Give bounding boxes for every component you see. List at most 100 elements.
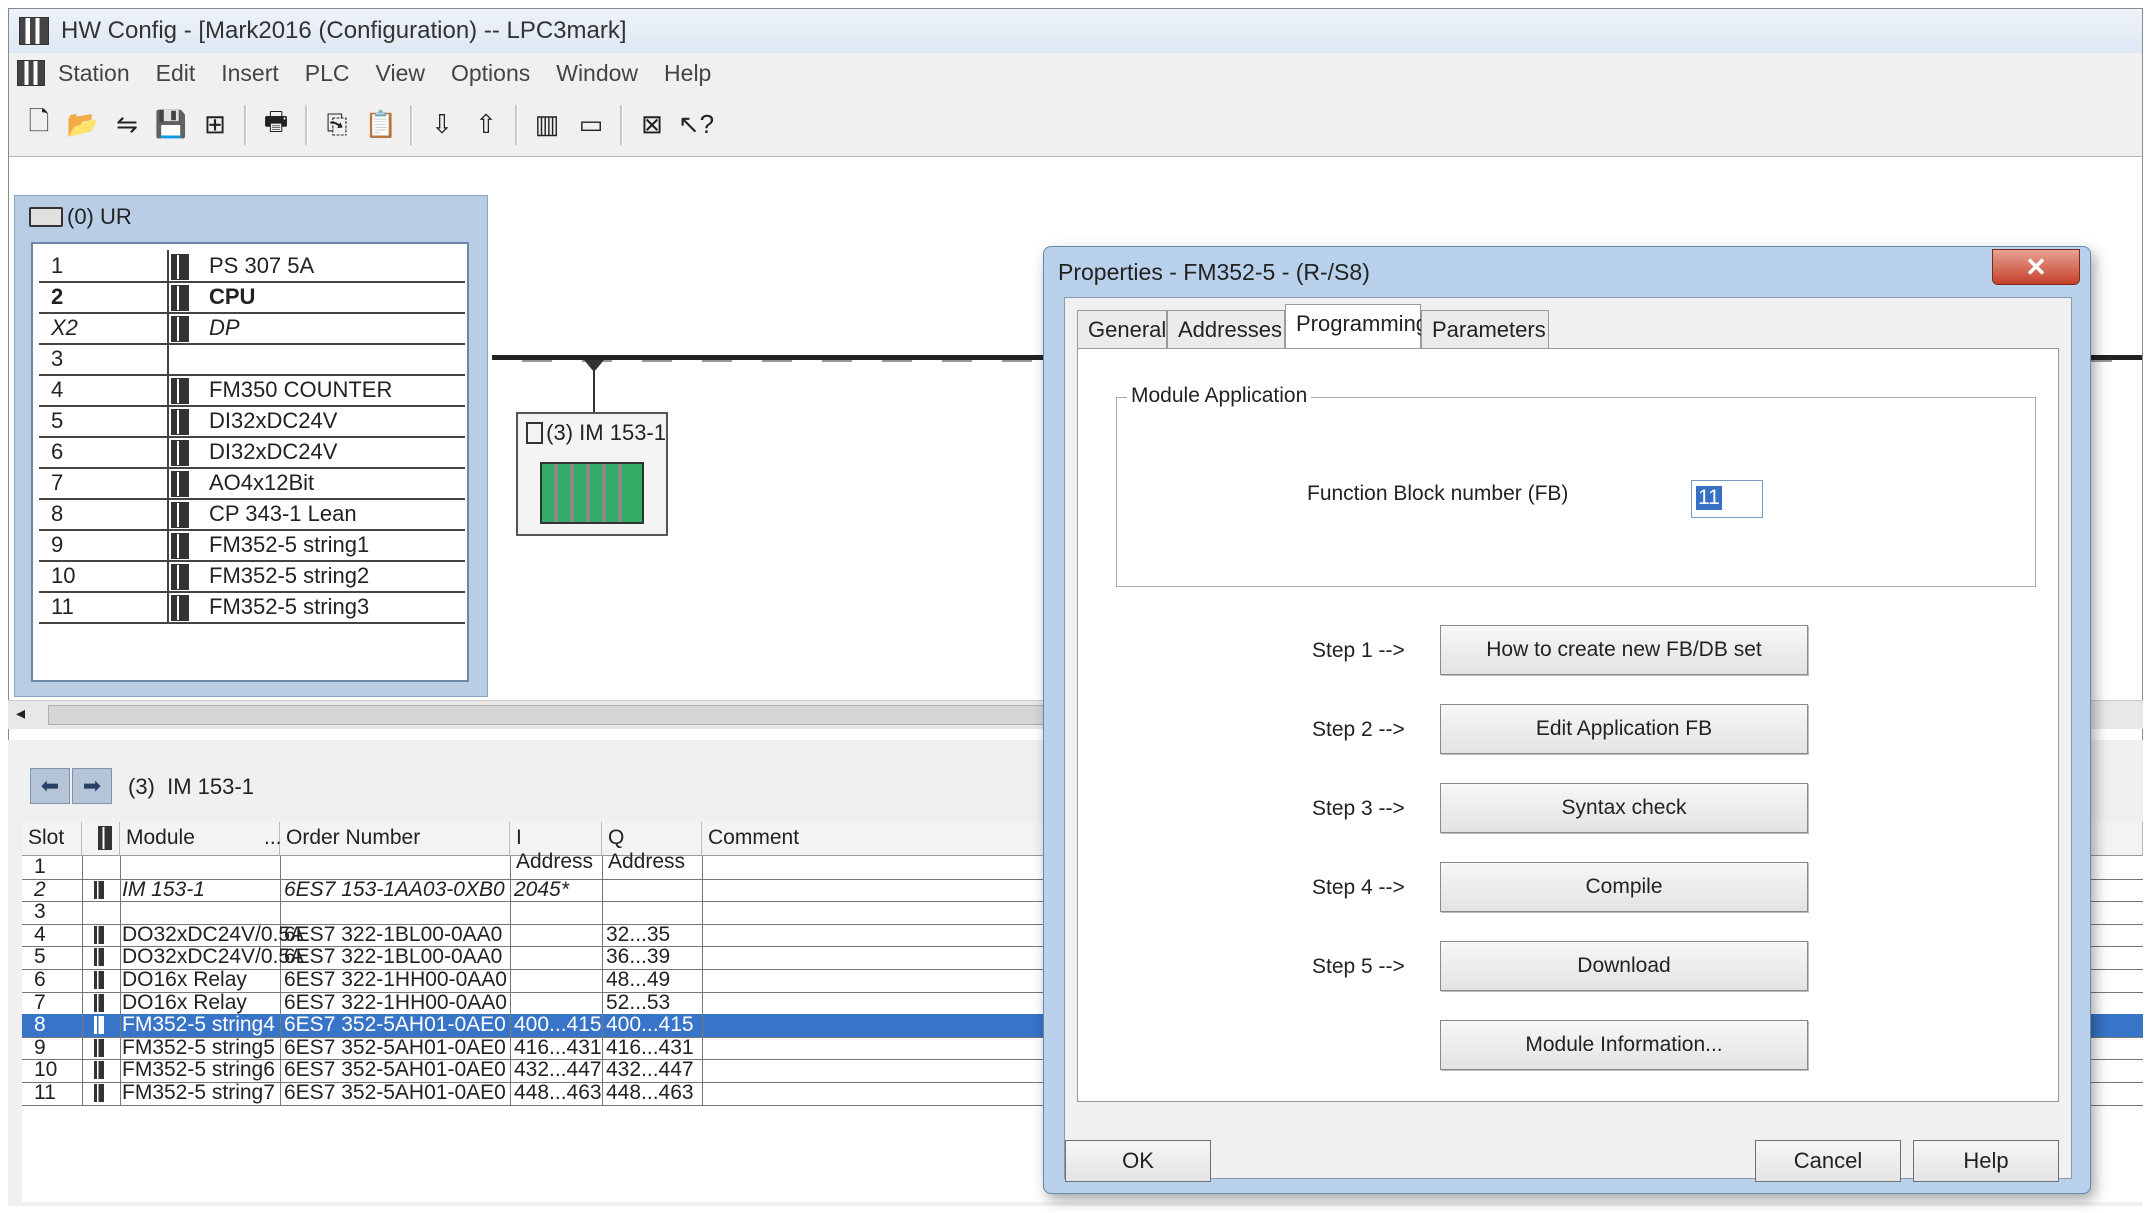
column-divider xyxy=(510,1036,511,1060)
tab-programming[interactable]: Programming xyxy=(1285,304,1428,350)
forward-arrow-icon[interactable]: ➡ xyxy=(72,768,112,804)
rack-module: DI32xDC24V xyxy=(209,439,338,464)
save-icon[interactable]: 💾 xyxy=(152,106,190,144)
cell-slot: 9 xyxy=(34,1035,46,1059)
im153-device[interactable]: (3) IM 153-1 xyxy=(516,412,668,536)
display-icon[interactable]: ▭ xyxy=(572,106,610,144)
column-divider xyxy=(120,991,121,1015)
save-compile-icon[interactable]: ⊞ xyxy=(196,106,234,144)
header-module[interactable]: Module xyxy=(120,822,280,856)
rack-row[interactable]: 2 CPU xyxy=(39,281,465,314)
edit-application-fb-button[interactable]: Edit Application FB xyxy=(1440,704,1808,754)
column-divider xyxy=(120,1014,121,1037)
rack-ur[interactable]: (0) UR 1 PS 307 5A 2 CPU X2 DP 3 4 FM350 COUNTER… xyxy=(14,195,488,697)
menu-edit[interactable]: Edit xyxy=(143,60,209,87)
module-icon xyxy=(94,880,104,899)
tab-parameters[interactable]: Parameters xyxy=(1421,310,1549,348)
rack-row[interactable]: 1 PS 307 5A xyxy=(39,250,465,283)
cell-order-number: 6ES7 322-1HH00-0AA0 xyxy=(284,990,507,1014)
menu-window[interactable]: Window xyxy=(543,60,651,87)
menu-view[interactable]: View xyxy=(363,60,438,87)
rack-row[interactable]: 11 FM352-5 string3 xyxy=(39,591,465,624)
cell-i-address: 448...463 xyxy=(514,1081,602,1104)
catalog-icon[interactable]: ▥ xyxy=(528,106,566,144)
column-divider xyxy=(120,1036,121,1060)
menu-station[interactable]: Station xyxy=(45,60,143,87)
cell-slot: 3 xyxy=(34,900,46,924)
compile-button[interactable]: Compile xyxy=(1440,862,1808,912)
new-icon[interactable]: 🗋 xyxy=(20,106,58,144)
ok-button[interactable]: OK xyxy=(1065,1140,1211,1182)
syntax-check-button[interactable]: Syntax check xyxy=(1440,783,1808,833)
column-divider xyxy=(82,991,83,1015)
bus-drop-line xyxy=(593,362,595,412)
cell-module: FM352-5 string6 xyxy=(122,1058,275,1082)
cancel-button[interactable]: Cancel xyxy=(1755,1140,1901,1182)
close-button[interactable]: ✕ xyxy=(1992,249,2080,285)
column-divider xyxy=(510,991,511,1015)
cell-i-address: 432...447 xyxy=(514,1058,602,1082)
scroll-thumb[interactable] xyxy=(48,705,1050,725)
upload-icon[interactable]: ⇧ xyxy=(467,106,505,144)
rack-row[interactable]: 3 xyxy=(39,343,465,376)
fb-number-input[interactable]: 11 xyxy=(1691,480,1763,518)
menu-help[interactable]: Help xyxy=(651,60,724,87)
cell-order-number: 6ES7 322-1HH00-0AA0 xyxy=(284,968,507,991)
rack-row[interactable]: 5 DI32xDC24V xyxy=(39,405,465,438)
rack-row[interactable]: X2 DP xyxy=(39,312,465,345)
cell-slot: 4 xyxy=(34,922,46,946)
rack-slot: 3 xyxy=(51,346,64,371)
step-label: Step 3 --> xyxy=(1312,797,1405,820)
rack-slot: 8 xyxy=(51,501,64,526)
column-divider xyxy=(280,1036,281,1060)
cell-slot: 8 xyxy=(34,1013,46,1037)
rack-row[interactable]: 4 FM350 COUNTER xyxy=(39,374,465,407)
cell-module: FM352-5 string7 xyxy=(122,1081,275,1104)
back-arrow-icon[interactable]: ⬅ xyxy=(30,768,70,804)
rack-row[interactable]: 10 FM352-5 string2 xyxy=(39,560,465,593)
column-divider xyxy=(602,878,603,902)
column-divider xyxy=(602,1082,603,1105)
header-q-address[interactable]: Q Address xyxy=(602,822,702,873)
rack-row[interactable]: 7 AO4x12Bit xyxy=(39,467,465,500)
rack-icon xyxy=(29,207,63,227)
cell-slot: 2 xyxy=(34,877,46,901)
rack-module: FM350 COUNTER xyxy=(209,377,393,402)
header-module-icon[interactable] xyxy=(82,822,120,856)
tab-addresses[interactable]: Addresses xyxy=(1167,310,1285,348)
column-divider xyxy=(120,969,121,992)
menu-insert[interactable]: Insert xyxy=(208,60,292,87)
copy-icon[interactable]: ⎘ xyxy=(318,106,356,144)
column-divider xyxy=(82,1082,83,1105)
download-button[interactable]: Download xyxy=(1440,941,1808,991)
help-button[interactable]: Help xyxy=(1913,1140,2059,1182)
column-divider xyxy=(82,1059,83,1082)
column-divider xyxy=(120,878,121,902)
cell-module: DO16x Relay xyxy=(122,990,247,1014)
menu-plc[interactable]: PLC xyxy=(292,60,363,87)
cell-order-number: 6ES7 352-5AH01-0AE0 xyxy=(284,1058,506,1082)
rack-divider xyxy=(167,281,169,312)
scroll-left-icon[interactable]: ◂ xyxy=(16,703,25,724)
cell-order-number: 6ES7 352-5AH01-0AE0 xyxy=(284,1035,506,1059)
module-information-button[interactable]: Module Information... xyxy=(1440,1020,1808,1070)
rack-row[interactable]: 8 CP 343-1 Lean xyxy=(39,498,465,531)
header-i-address[interactable]: I Address xyxy=(510,822,602,873)
rack-row[interactable]: 9 FM352-5 string1 xyxy=(39,529,465,562)
header-module-more[interactable]: ... xyxy=(258,822,282,856)
netpro-icon[interactable]: ⊠ xyxy=(633,106,671,144)
how-to-create-button[interactable]: How to create new FB/DB set xyxy=(1440,625,1808,675)
download-icon[interactable]: ⇩ xyxy=(423,106,461,144)
header-slot[interactable]: Slot xyxy=(22,822,82,856)
network-icon[interactable]: ⇋ xyxy=(108,106,146,144)
header-order-number[interactable]: Order Number xyxy=(280,822,510,856)
open-icon[interactable]: 📂 xyxy=(64,106,102,144)
rack-title: (0) UR xyxy=(29,204,132,230)
module-icon xyxy=(171,254,189,280)
rack-row[interactable]: 6 DI32xDC24V xyxy=(39,436,465,469)
help-icon[interactable]: ↖? xyxy=(677,106,715,144)
menu-options[interactable]: Options xyxy=(438,60,543,87)
print-icon[interactable]: 🖶 xyxy=(257,106,295,144)
tab-general[interactable]: General xyxy=(1077,310,1167,348)
paste-icon[interactable]: 📋 xyxy=(362,106,400,144)
